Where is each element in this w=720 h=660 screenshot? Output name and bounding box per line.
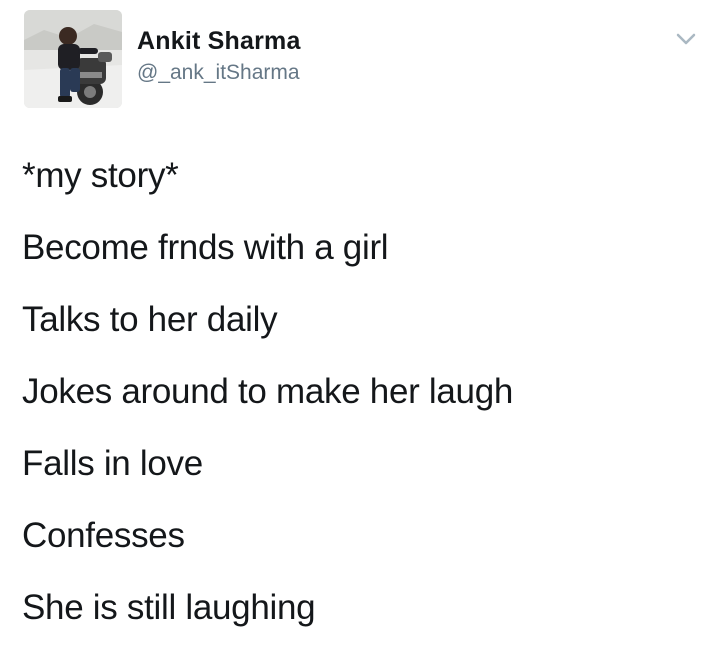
avatar[interactable] <box>24 10 122 108</box>
chevron-down-icon <box>676 33 696 45</box>
tweet-line: Talks to her daily <box>22 300 278 339</box>
tweet-card: Ankit Sharma @_ank_itSharma *my story* B… <box>0 0 720 637</box>
tweet-line: Confesses <box>22 516 185 555</box>
tweet-line: Falls in love <box>22 444 203 483</box>
tweet-menu-button[interactable] <box>672 28 700 50</box>
tweet-text: *my story* Become frnds with a girl Talk… <box>22 156 702 660</box>
tweet-line: Become frnds with a girl <box>22 228 389 267</box>
author-handle[interactable]: @_ank_itSharma <box>137 61 300 85</box>
tweet-line: She is still laughing <box>22 588 316 627</box>
avatar-photo <box>24 10 122 108</box>
tweet-line: *my story* <box>22 156 179 195</box>
tweet-line: Jokes around to make her laugh <box>22 372 514 411</box>
author-display-name[interactable]: Ankit Sharma <box>137 27 301 56</box>
